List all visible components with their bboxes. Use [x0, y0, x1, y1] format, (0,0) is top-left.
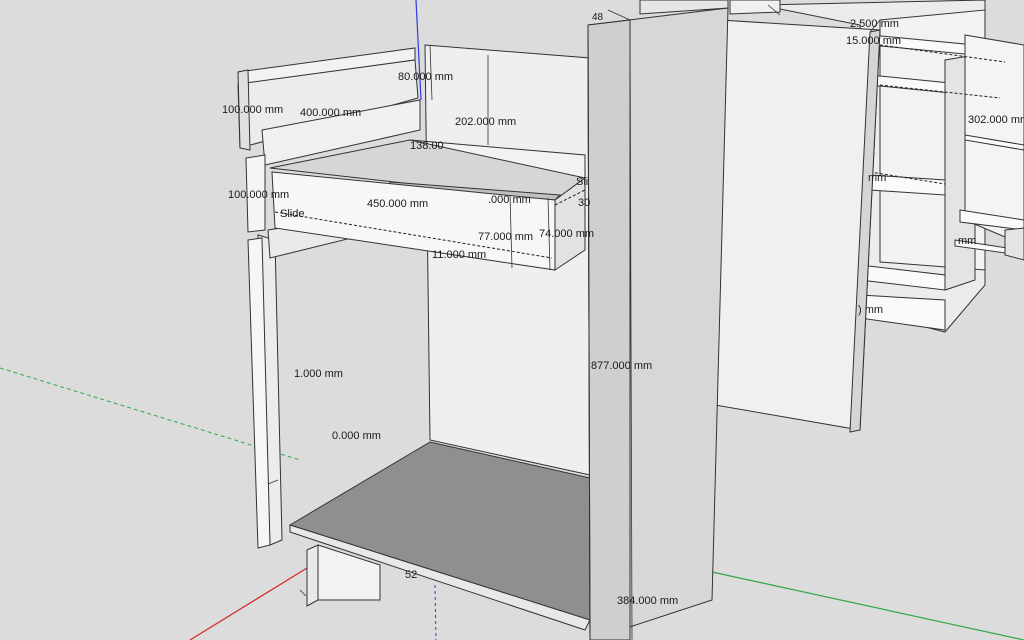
dim-52[interactable]: 52 — [405, 569, 417, 581]
dim-302mm[interactable]: 302.000 mm — [968, 114, 1024, 126]
dim-mm-fragment-2[interactable]: mm — [958, 235, 976, 247]
dim-138mm[interactable]: 138.00 — [410, 140, 444, 152]
dim-1mm[interactable]: 1.000 mm — [294, 368, 343, 380]
dim-80mm[interactable]: 80.000 mm — [398, 71, 453, 83]
dim-202mm[interactable]: 202.000 mm — [455, 116, 516, 128]
dim-2-5mm[interactable]: 2.500 mm — [850, 18, 899, 30]
slide-label-right[interactable]: Sli — [576, 176, 588, 188]
sketchup-viewport[interactable]: 80.000 mm 100.000 mm 400.000 mm 202.000 … — [0, 0, 1024, 640]
dim-mm-fragment-1[interactable]: mm — [868, 172, 886, 184]
dim-74mm[interactable]: 74.000 mm — [539, 228, 594, 240]
dim-877mm[interactable]: 877.000 mm — [591, 360, 652, 372]
model-scene[interactable]: 80.000 mm 100.000 mm 400.000 mm 202.000 … — [0, 0, 1024, 640]
slide-label-left[interactable]: Slide — [280, 208, 304, 220]
dim-15mm[interactable]: 15.000 mm — [846, 35, 901, 47]
plinth-front[interactable] — [306, 544, 319, 607]
dim-0mm[interactable]: 0.000 mm — [332, 430, 381, 442]
dim-100mm-drawer[interactable]: 100.000 mm — [228, 189, 289, 201]
dim-100mm-top[interactable]: 100.000 mm — [222, 104, 283, 116]
dim-400mm[interactable]: 400.000 mm — [300, 107, 361, 119]
dim-384mm[interactable]: 384.000 mm — [617, 595, 678, 607]
dim-11mm[interactable]: 11.000 mm — [432, 249, 486, 261]
right-panel-front-edge — [587, 19, 631, 640]
dim-77mm[interactable]: 77.000 mm — [478, 231, 533, 243]
dim-obscured[interactable]: .000 mm — [488, 194, 531, 206]
dim-450mm[interactable]: 450.000 mm — [367, 198, 428, 210]
dim-48[interactable]: 48 — [592, 12, 604, 23]
dim-30[interactable]: 30 — [578, 197, 590, 209]
dim-mm-fragment-3[interactable]: ) mm — [858, 304, 883, 316]
